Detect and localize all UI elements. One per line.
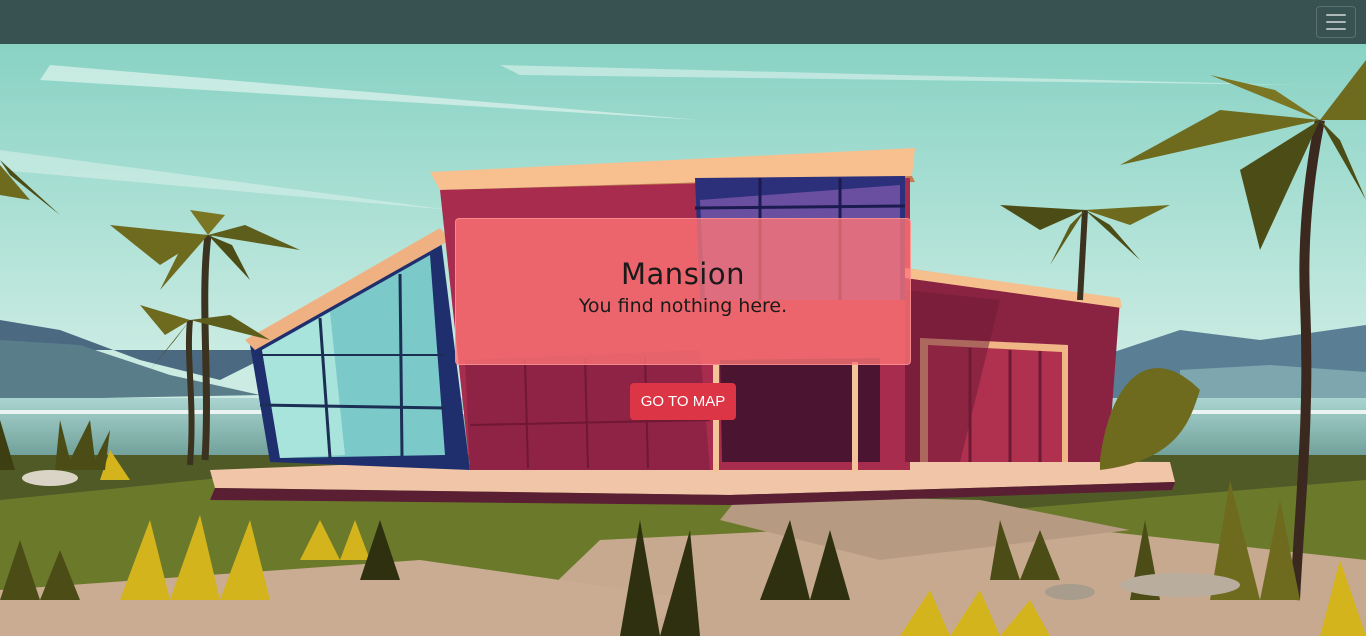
hamburger-bar	[1326, 14, 1346, 16]
top-navbar	[0, 0, 1366, 44]
location-card: Mansion You find nothing here.	[455, 218, 911, 365]
hamburger-menu-icon	[1326, 14, 1346, 30]
hamburger-bar	[1326, 21, 1346, 23]
go-to-map-button[interactable]: GO TO MAP	[630, 383, 736, 420]
hamburger-bar	[1326, 28, 1346, 30]
location-title: Mansion	[621, 257, 745, 291]
navbar-toggle-button[interactable]	[1316, 6, 1356, 38]
location-description: You find nothing here.	[578, 295, 788, 317]
